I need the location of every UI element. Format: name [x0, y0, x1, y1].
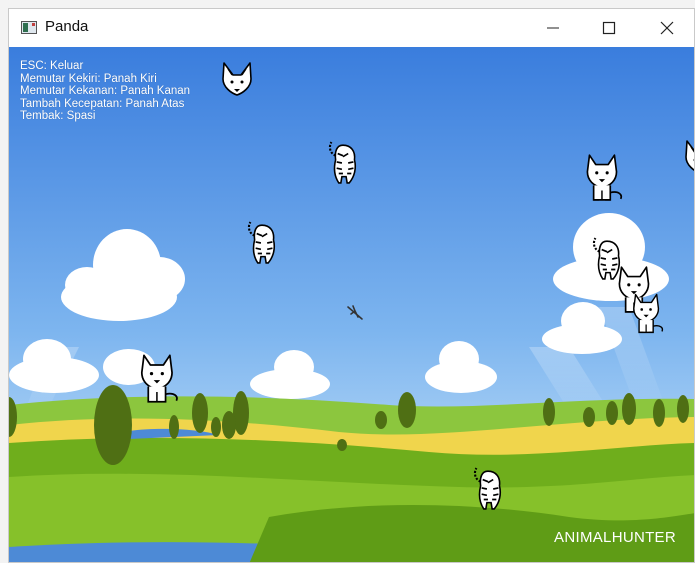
- window-app-icon: [21, 21, 37, 34]
- wolf-icon: [586, 154, 623, 201]
- help-line: Tambah Kecepatan: Panah Atas: [20, 97, 185, 110]
- fox-icon: [222, 62, 252, 96]
- help-line: Memutar Kekiri: Panah Kiri: [20, 72, 157, 85]
- help-line: Tembak: Spasi: [20, 110, 96, 122]
- player-ship-icon: [347, 305, 363, 320]
- tiger-icon: [328, 141, 357, 184]
- maximize-button[interactable]: [581, 9, 637, 47]
- controls-help: ESC: Keluar Memutar Kekiri: Panah Kiri M…: [20, 60, 190, 123]
- help-line: Memutar Kekanan: Panah Kanan: [20, 85, 191, 97]
- fox-icon: [685, 140, 694, 174]
- wolf-icon: [633, 293, 664, 334]
- game-brand-label: ANIMALHUNTER: [554, 529, 676, 546]
- game-canvas[interactable]: ESC: Keluar Memutar Kekiri: Panah Kiri M…: [9, 47, 694, 562]
- maximize-icon: [602, 21, 616, 35]
- close-button[interactable]: [639, 9, 694, 47]
- close-icon: [660, 21, 674, 35]
- help-line: ESC: Keluar: [20, 60, 84, 72]
- wolf-icon: [140, 354, 178, 403]
- minimize-button[interactable]: [525, 9, 581, 47]
- minimize-icon: [547, 27, 559, 29]
- app-window: Panda ESC: Keluar Memutar Kekiri: Panah …: [8, 8, 695, 563]
- tiger-icon: [247, 221, 276, 264]
- tiger-icon: [473, 467, 502, 510]
- window-title: Panda: [45, 18, 89, 35]
- title-bar[interactable]: Panda: [9, 9, 694, 47]
